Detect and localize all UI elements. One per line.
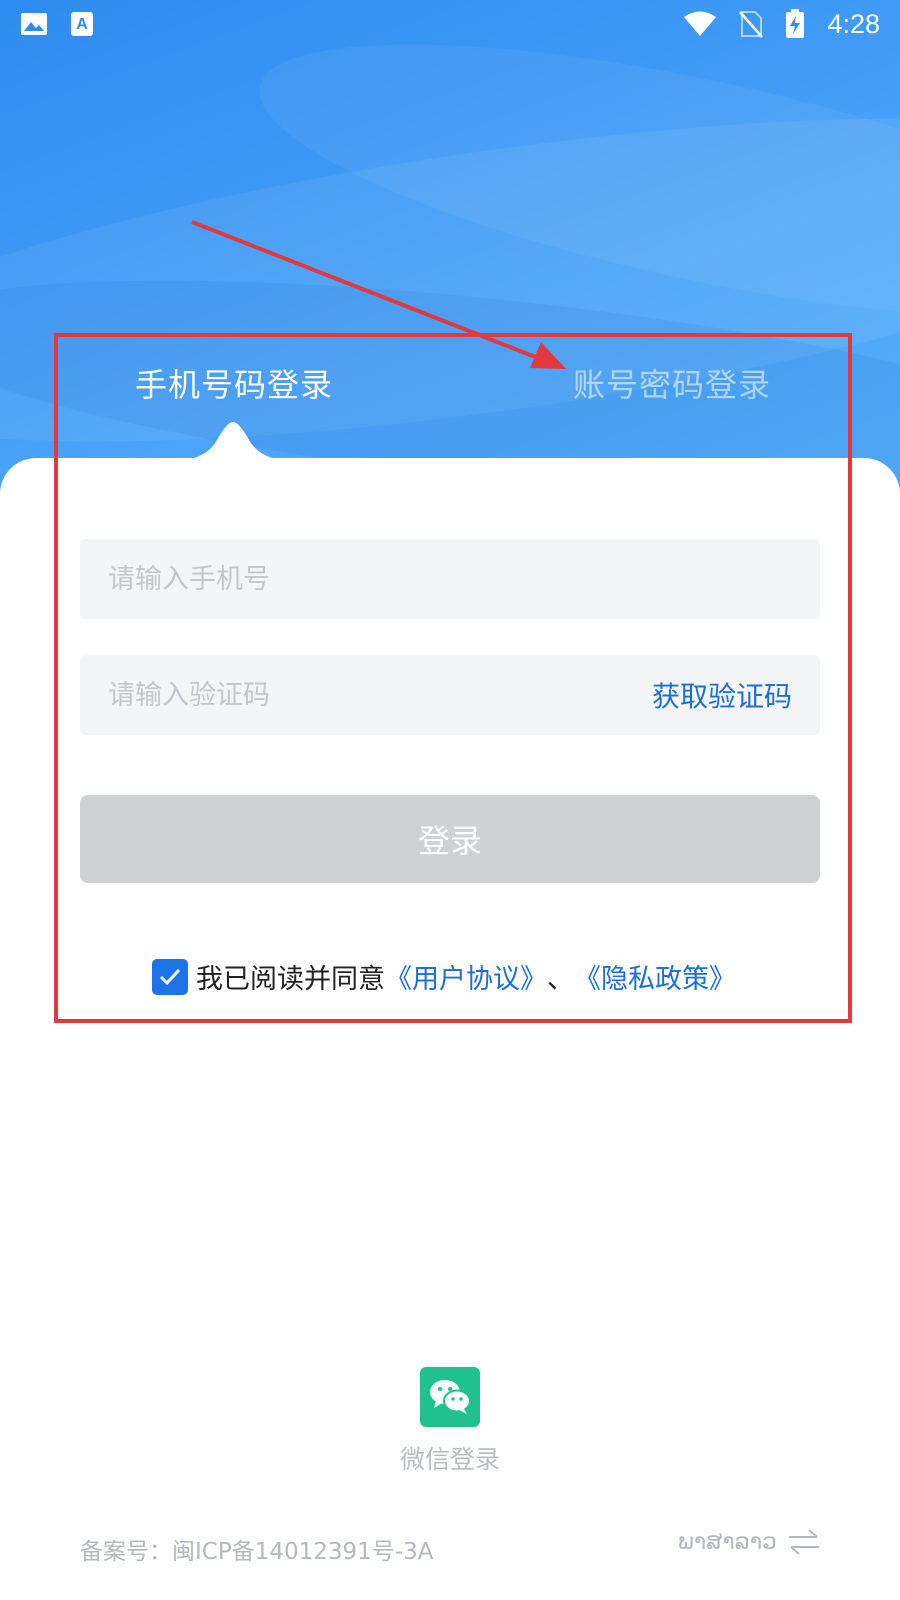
tab-phone-login[interactable]: 手机号码登录	[135, 360, 333, 406]
agreement-separator: 、	[547, 964, 574, 995]
language-switch[interactable]: ພາສາລາວ	[678, 1528, 821, 1556]
user-agreement-link[interactable]: 《用户协议》	[385, 957, 547, 996]
font-app-icon: A	[70, 11, 94, 37]
phone-field	[80, 539, 820, 619]
tab-account-login[interactable]: 账号密码登录	[573, 360, 771, 406]
image-icon	[20, 12, 48, 36]
wechat-login-label: 微信登录	[400, 1445, 501, 1474]
active-tab-indicator	[165, 422, 301, 462]
swap-icon	[788, 1529, 819, 1555]
agreement-text: 我已阅读并同意	[196, 964, 385, 995]
get-code-button[interactable]: 获取验证码	[652, 675, 792, 715]
agreement-checkbox[interactable]	[152, 958, 188, 995]
checkmark-icon	[159, 968, 181, 985]
status-bar: A 4:28	[0, 0, 900, 48]
wifi-icon	[683, 11, 717, 37]
header-background	[0, 0, 900, 500]
wechat-login-button[interactable]	[420, 1367, 480, 1427]
login-button[interactable]: 登录	[80, 795, 820, 883]
code-field: 获取验证码	[80, 655, 820, 735]
wechat-icon	[430, 1380, 471, 1414]
battery-charging-icon	[785, 9, 805, 39]
language-label: ພາສາລາວ	[678, 1529, 777, 1555]
phone-input[interactable]	[108, 563, 558, 595]
no-sim-icon	[739, 10, 764, 38]
svg-text:A: A	[76, 16, 88, 33]
verification-code-input[interactable]	[108, 679, 558, 711]
agreement-row: 我已阅读并同意 《用户协议》 、 《隐私政策》	[152, 957, 736, 996]
clock: 4:28	[827, 8, 880, 39]
privacy-policy-link[interactable]: 《隐私政策》	[574, 957, 736, 996]
icp-record: 备案号：闽ICP备14012391号-3A	[80, 1539, 434, 1565]
